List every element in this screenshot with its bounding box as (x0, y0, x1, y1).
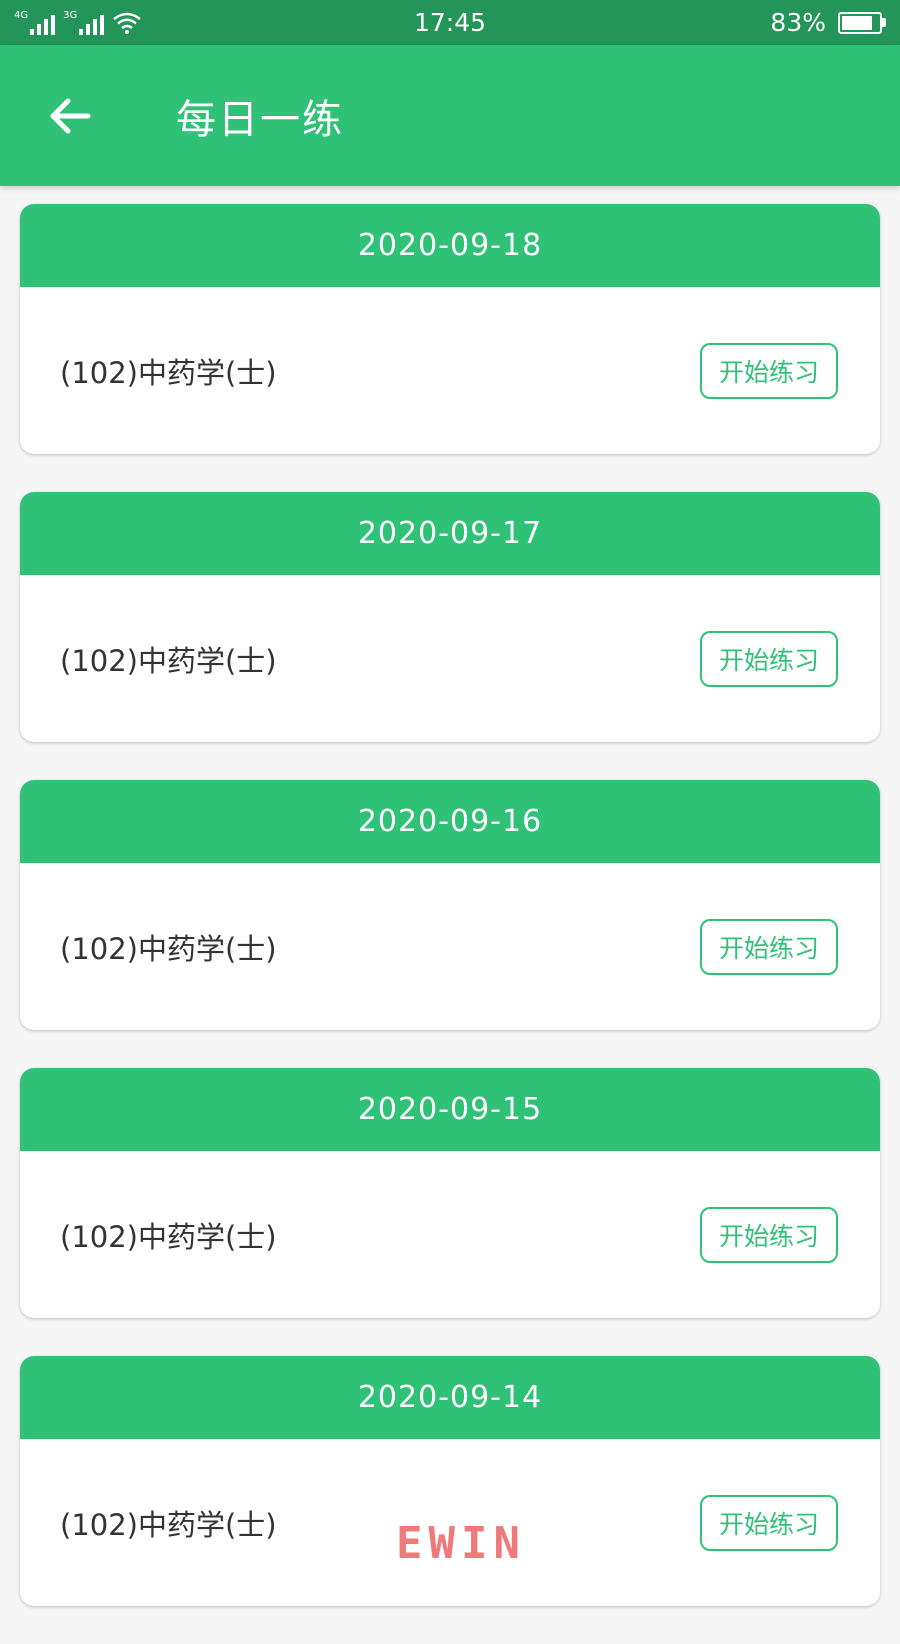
start-practice-button[interactable]: 开始练习 (700, 630, 838, 687)
back-button[interactable] (34, 80, 106, 152)
start-practice-button[interactable]: 开始练习 (700, 1494, 838, 1551)
battery-fill (842, 15, 872, 30)
practice-list: 2020-09-18 (102)中药学(士) 开始练习 2020-09-17 (… (20, 204, 880, 1644)
subject-label: (102)中药学(士) (60, 931, 277, 966)
practice-card: 2020-09-15 (102)中药学(士) 开始练习 (20, 1068, 880, 1318)
subject-label: (102)中药学(士) (60, 1507, 277, 1542)
card-date: 2020-09-17 (20, 492, 880, 575)
practice-card: 2020-09-16 (102)中药学(士) 开始练习 (20, 780, 880, 1030)
card-body: (102)中药学(士) 开始练习 (20, 287, 880, 454)
start-practice-button[interactable]: 开始练习 (700, 1206, 838, 1263)
status-time: 17:45 (413, 8, 487, 37)
card-date: 2020-09-15 (20, 1068, 880, 1151)
network-label-2: 3G (63, 9, 78, 21)
practice-card: 2020-09-17 (102)中药学(士) 开始练习 (20, 492, 880, 742)
status-left: 4G 3G (14, 9, 214, 35)
page-title: 每日一练 (176, 96, 344, 143)
battery-icon (838, 11, 886, 34)
watermark: EWIN (396, 1518, 526, 1569)
practice-card: 2020-09-18 (102)中药学(士) 开始练习 (20, 204, 880, 454)
status-bar: 4G 3G 17:45 83% (0, 0, 900, 45)
network-4g: 4G (14, 9, 56, 35)
card-date: 2020-09-16 (20, 780, 880, 863)
signal-icon (30, 14, 56, 35)
network-label-1: 4G (14, 9, 29, 21)
card-date: 2020-09-14 (20, 1356, 880, 1439)
card-body: (102)中药学(士) 开始练习 (20, 575, 880, 742)
card-body: (102)中药学(士) 开始练习 (20, 1151, 880, 1318)
signal-icon (79, 14, 105, 35)
subject-label: (102)中药学(士) (60, 643, 277, 678)
card-body: (102)中药学(士) 开始练习 (20, 863, 880, 1030)
wifi-icon (113, 12, 142, 34)
start-practice-button[interactable]: 开始练习 (700, 918, 838, 975)
subject-label: (102)中药学(士) (60, 1219, 277, 1254)
subject-label: (102)中药学(士) (60, 355, 277, 390)
app-bar: 每日一练 (0, 45, 900, 186)
card-date: 2020-09-18 (20, 204, 880, 287)
network-3g: 3G (63, 9, 105, 35)
arrow-left-icon (50, 98, 91, 133)
status-right: 83% (686, 8, 886, 37)
battery-percent: 83% (770, 8, 826, 37)
start-practice-button[interactable]: 开始练习 (700, 342, 838, 399)
